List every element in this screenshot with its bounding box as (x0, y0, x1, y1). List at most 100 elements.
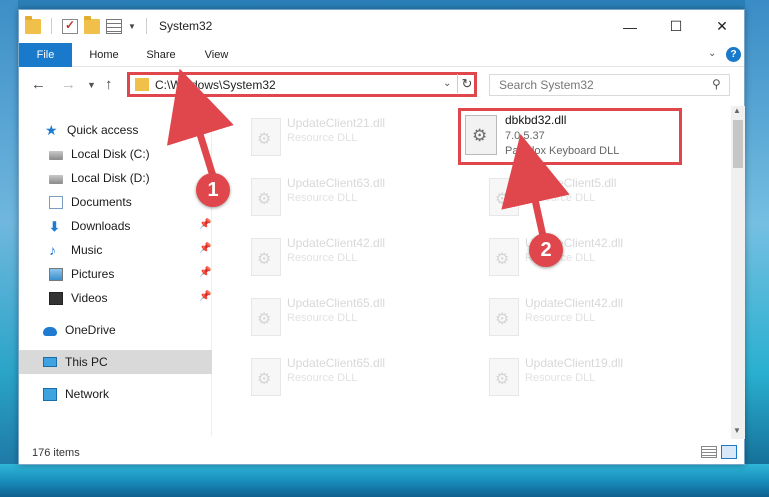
vertical-scrollbar[interactable]: ▲ ▼ (731, 106, 745, 439)
address-bar[interactable]: C:\Windows\System32 ⌄ ↻ (127, 72, 477, 97)
address-path[interactable]: C:\Windows\System32 (155, 78, 276, 92)
dll-file-icon (251, 238, 281, 276)
step-badge-1: 1 (196, 173, 230, 207)
file-item[interactable]: UpdateClient65.dll Resource DLL (239, 350, 459, 406)
sidebar-item-this-pc[interactable]: This PC (19, 350, 212, 374)
disk-icon (49, 174, 63, 184)
sidebar-item-local-disk-c[interactable]: Local Disk (C:) (19, 142, 212, 166)
toolbar-separator (51, 18, 52, 34)
star-icon: ★ (45, 121, 58, 138)
dll-file-icon (251, 118, 281, 156)
dll-file-icon (251, 298, 281, 336)
forward-arrow-icon[interactable]: → (61, 76, 76, 93)
file-item[interactable]: UpdateClient63.dll Resource DLL (239, 170, 459, 226)
new-folder-icon[interactable] (84, 15, 100, 34)
maximize-button[interactable]: ☐ (653, 10, 699, 43)
dll-file-icon (489, 238, 519, 276)
file-name: UpdateClient63.dll (287, 176, 386, 190)
large-icons-view-icon[interactable] (721, 445, 737, 459)
pictures-icon (49, 267, 63, 281)
file-name: UpdateClient5.dll (525, 176, 617, 190)
file-item[interactable]: UpdateClient42.dll Resource DLL (477, 290, 697, 346)
pin-icon[interactable]: 📌 (199, 243, 211, 254)
sidebar-item-label: Videos (71, 291, 108, 305)
sidebar-item-pictures[interactable]: Pictures 📌 (19, 262, 212, 286)
file-item[interactable]: UpdateClient19.dll Resource DLL (477, 350, 697, 406)
sidebar-item-network[interactable]: Network (19, 382, 212, 406)
customize-dropdown-icon[interactable]: ▼ (128, 22, 136, 31)
file-description: Resource DLL (287, 192, 358, 204)
file-description: Resource DLL (287, 312, 358, 324)
dll-file-icon (489, 298, 519, 336)
close-button[interactable]: ✕ (699, 10, 745, 43)
help-icon[interactable]: ? (726, 47, 741, 62)
dll-file-icon (489, 358, 519, 396)
sidebar-item-videos[interactable]: Videos 📌 (19, 286, 212, 310)
sidebar-item-label: OneDrive (65, 323, 116, 337)
file-item[interactable]: UpdateClient42.dll Resource DLL (477, 230, 697, 286)
scroll-down-icon[interactable]: ▼ (733, 426, 741, 435)
sidebar-item-label: Music (71, 243, 103, 257)
music-icon: ♪ (49, 241, 56, 258)
folder-icon (25, 15, 41, 34)
up-arrow-icon[interactable]: ↑ (105, 76, 113, 93)
tab-home[interactable]: Home (79, 43, 129, 67)
onedrive-icon (43, 327, 57, 336)
file-version: 7.0.5.37 (505, 130, 545, 142)
tab-view[interactable]: View (194, 43, 239, 67)
minimize-button[interactable]: — (607, 10, 653, 43)
file-name: UpdateClient65.dll (287, 296, 386, 310)
details-view-icon[interactable] (701, 446, 717, 458)
file-description: Resource DLL (287, 252, 358, 264)
tab-share[interactable]: Share (136, 43, 186, 67)
file-item[interactable]: UpdateClient42.dll Resource DLL (239, 230, 459, 286)
sidebar-item-label: Local Disk (C:) (71, 147, 150, 161)
status-bar: 176 items (19, 442, 744, 464)
chevron-down-icon[interactable]: ⌄ (708, 48, 716, 59)
file-description: Resource DLL (287, 132, 358, 144)
pin-icon[interactable]: 📌 (199, 267, 211, 278)
pin-icon[interactable]: 📌 (199, 291, 211, 302)
desktop-background-right (745, 0, 769, 497)
file-item[interactable]: UpdateClient5.dll Resource DLL (477, 170, 697, 226)
quick-access-toolbar: ▼ (25, 15, 151, 34)
document-icon (49, 195, 63, 209)
sidebar-item-downloads[interactable]: ⬇ Downloads 📌 (19, 214, 212, 238)
sidebar-item-onedrive[interactable]: OneDrive (19, 318, 212, 342)
scroll-up-icon[interactable]: ▲ (733, 106, 741, 115)
file-description: Resource DLL (525, 372, 596, 384)
file-description: Resource DLL (287, 372, 358, 384)
file-explorer-window: ▼ System32 — ☐ ✕ File Home Share View ⌄ … (18, 9, 745, 465)
back-arrow-icon[interactable]: ← (31, 76, 46, 93)
file-item[interactable]: UpdateClient21.dll Resource DLL (239, 110, 459, 166)
properties-check-icon[interactable] (62, 18, 78, 34)
file-name: UpdateClient19.dll (525, 356, 624, 370)
sidebar-item-label: Pictures (71, 267, 115, 281)
recent-locations-icon[interactable]: ▼ (87, 80, 96, 90)
refresh-icon[interactable]: ↻ (457, 74, 476, 93)
this-pc-icon (43, 357, 57, 367)
scroll-thumb[interactable] (733, 120, 743, 168)
sidebar-item-quick-access[interactable]: ★ Quick access (19, 118, 212, 142)
item-count: 176 items (32, 447, 80, 459)
sidebar-item-label: Documents (71, 195, 132, 209)
download-icon: ⬇ (49, 218, 60, 234)
search-input[interactable]: Search System32 ⚲ (489, 74, 730, 96)
sidebar-item-music[interactable]: ♪ Music 📌 (19, 238, 212, 262)
pin-icon[interactable]: 📌 (199, 219, 211, 230)
tab-file[interactable]: File (19, 43, 72, 67)
highlighted-file-item[interactable]: dbkbd32.dll 7.0.5.37 Paradox Keyboard DL… (458, 108, 682, 165)
file-description: Resource DLL (525, 312, 596, 324)
chevron-down-icon[interactable]: ⌄ (443, 78, 451, 89)
dll-file-icon (251, 358, 281, 396)
file-description: Paradox Keyboard DLL (505, 145, 620, 157)
file-item[interactable]: UpdateClient65.dll Resource DLL (239, 290, 459, 346)
sidebar-item-local-disk-d[interactable]: Local Disk (D:) (19, 166, 212, 190)
search-icon[interactable]: ⚲ (712, 77, 721, 91)
customize-toolbar-icon[interactable] (106, 18, 122, 34)
navigation-pane: ★ Quick access Local Disk (C:) Local Dis… (19, 106, 212, 436)
sidebar-item-label: Local Disk (D:) (71, 171, 150, 185)
file-name: UpdateClient65.dll (287, 356, 386, 370)
sidebar-item-documents[interactable]: Documents (19, 190, 212, 214)
sidebar-item-label: Downloads (71, 219, 131, 233)
